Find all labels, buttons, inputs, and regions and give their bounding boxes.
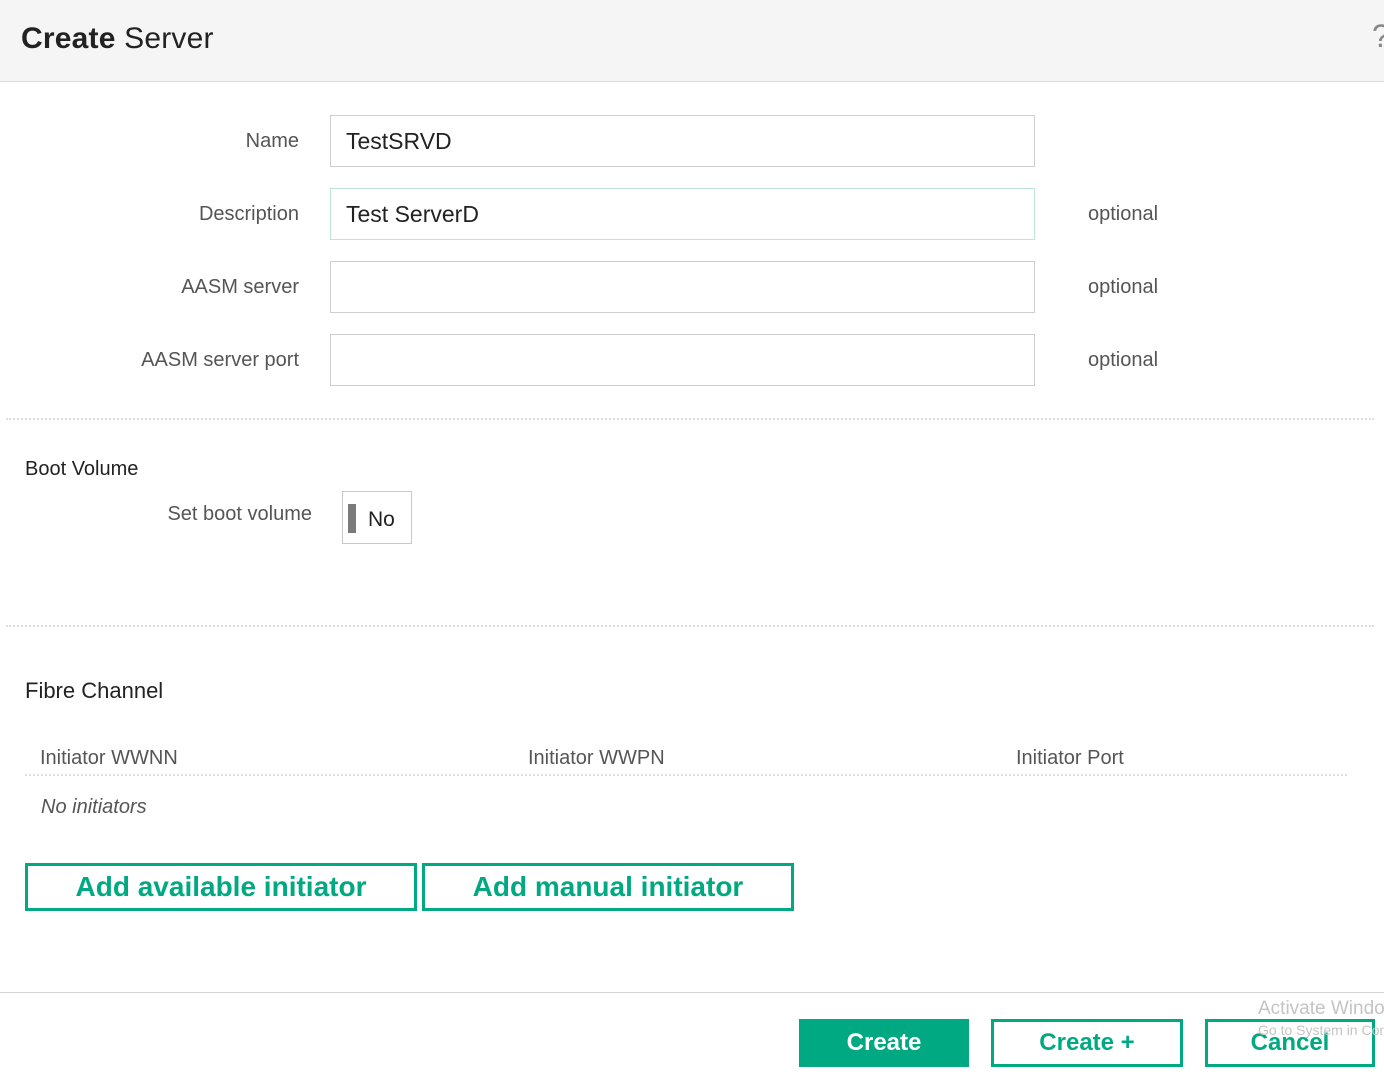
aasm-server-input[interactable]: [330, 261, 1035, 313]
aasm-port-label: AASM server port: [141, 349, 299, 371]
aasm-port-optional-hint: optional: [1088, 349, 1159, 371]
toggle-knob: [348, 504, 356, 533]
boot-volume-toggle[interactable]: No: [342, 491, 412, 544]
no-initiators-text: No initiators: [41, 796, 147, 818]
add-available-initiator-button[interactable]: Add available initiator: [25, 863, 417, 911]
description-label: Description: [198, 203, 299, 225]
column-header-wwpn: Initiator WWPN: [528, 747, 665, 769]
toggle-value: No: [368, 508, 395, 531]
dialog-title: Create Server: [21, 22, 214, 55]
cancel-button[interactable]: Cancel: [1205, 1019, 1375, 1067]
name-input[interactable]: [330, 115, 1035, 167]
add-manual-initiator-button[interactable]: Add manual initiator: [422, 863, 794, 911]
aasm-port-input[interactable]: [330, 334, 1035, 386]
footer-divider: [0, 992, 1384, 993]
boot-volume-title: Boot Volume: [25, 458, 139, 480]
question-mark-icon[interactable]: ?: [1372, 18, 1384, 55]
column-header-port: Initiator Port: [1016, 747, 1124, 769]
section-divider: [6, 625, 1374, 627]
set-boot-volume-label: Set boot volume: [167, 503, 312, 525]
table-header-divider: [25, 774, 1347, 776]
aasm-server-label: AASM server: [181, 276, 299, 298]
section-divider: [6, 418, 1374, 420]
name-label: Name: [245, 130, 299, 152]
create-plus-button[interactable]: Create +: [991, 1019, 1183, 1067]
column-header-wwnn: Initiator WWNN: [40, 747, 178, 769]
fibre-channel-title: Fibre Channel: [25, 678, 164, 703]
description-input[interactable]: [330, 188, 1035, 240]
dialog-header: Create Server ?: [0, 0, 1384, 82]
create-button[interactable]: Create: [799, 1019, 969, 1067]
watermark-line-1: Activate Windows: [1258, 998, 1384, 1019]
description-optional-hint: optional: [1088, 203, 1159, 225]
aasm-server-optional-hint: optional: [1088, 276, 1159, 298]
